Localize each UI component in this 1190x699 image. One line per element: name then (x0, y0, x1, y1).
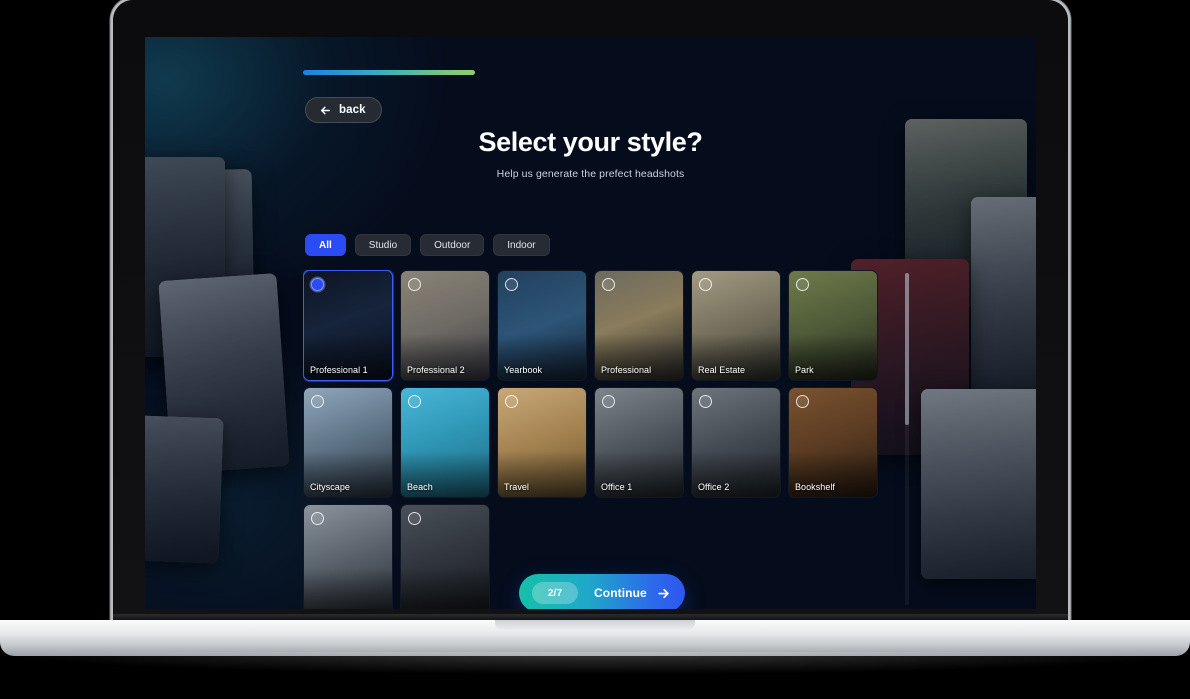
style-card-radio[interactable] (602, 395, 615, 408)
style-card[interactable]: Real Estate (691, 270, 781, 381)
style-card[interactable]: Professional (594, 270, 684, 381)
style-card-radio[interactable] (408, 278, 421, 291)
arrow-left-icon (321, 106, 330, 114)
style-card[interactable]: Cityscape (303, 387, 393, 498)
style-card-radio[interactable] (311, 395, 324, 408)
style-grid-scrollbar-track[interactable] (905, 273, 909, 605)
back-button[interactable]: back (305, 97, 382, 123)
style-card[interactable]: Professional 2 (400, 270, 490, 381)
style-card-label: Park (795, 365, 814, 375)
style-card-label: Cityscape (310, 482, 350, 492)
style-card-label: Beach (407, 482, 433, 492)
collage-photo-left-3 (158, 273, 290, 474)
style-card-radio[interactable] (699, 278, 712, 291)
page-subtitle: Help us generate the prefect headshots (496, 168, 685, 180)
laptop-base-notch (495, 620, 695, 631)
style-grid-viewport: Professional 1 Professional 2 Yearbook Prof… (303, 270, 899, 609)
laptop-screen: back Select your style? Help us generate… (145, 37, 1036, 609)
style-card-radio[interactable] (505, 395, 518, 408)
style-card[interactable]: Yearbook (497, 270, 587, 381)
style-card[interactable] (400, 504, 490, 609)
style-card-radio[interactable] (699, 395, 712, 408)
style-card[interactable]: Office 2 (691, 387, 781, 498)
style-card-label: Professional 1 (310, 365, 368, 375)
style-card-radio[interactable] (408, 395, 421, 408)
filter-chip-outdoor[interactable]: Outdoor (420, 234, 485, 256)
style-card-label: Travel (504, 482, 529, 492)
style-card-label: Professional 2 (407, 365, 465, 375)
style-card-grid: Professional 1 Professional 2 Yearbook Prof… (303, 270, 899, 609)
filter-chip-all[interactable]: All (305, 234, 346, 256)
style-card-radio[interactable] (796, 395, 809, 408)
style-card-radio[interactable] (311, 278, 324, 291)
laptop-lid: back Select your style? Help us generate… (113, 0, 1068, 625)
style-card-radio[interactable] (796, 278, 809, 291)
style-card-label: Bookshelf (795, 482, 835, 492)
continue-button[interactable]: 2/7 Continue (519, 574, 685, 609)
style-card-label: Office 2 (698, 482, 730, 492)
collage-photo-right-2 (971, 197, 1036, 397)
collage-photo-left-2 (145, 157, 225, 357)
collage-photo-right-4 (921, 389, 1036, 579)
progress-bar-fill (303, 70, 475, 75)
style-card[interactable]: Park (788, 270, 878, 381)
progress-bar-track (303, 70, 475, 75)
style-grid-scrollbar-thumb[interactable] (905, 273, 909, 425)
app-viewport: back Select your style? Help us generate… (145, 37, 1036, 609)
laptop-base-shadow (0, 652, 1190, 674)
arrow-right-icon (658, 588, 669, 598)
style-card[interactable]: Professional 1 (303, 270, 393, 381)
filter-chip-indoor[interactable]: Indoor (493, 234, 550, 256)
collage-photo-left-4 (145, 415, 224, 564)
back-button-label: back (339, 104, 366, 116)
style-card-label: Real Estate (698, 365, 746, 375)
style-card-gradient-overlay (304, 568, 392, 609)
continue-button-label: Continue (594, 586, 647, 600)
screenshot-stage: back Select your style? Help us generate… (0, 0, 1190, 699)
page-title: Select your style? (478, 127, 703, 157)
style-card[interactable] (303, 504, 393, 609)
filter-chip-studio[interactable]: Studio (354, 234, 412, 256)
style-card[interactable]: Travel (497, 387, 587, 498)
style-card-radio[interactable] (311, 512, 324, 525)
style-card[interactable]: Office 1 (594, 387, 684, 498)
style-filter-tabs: All Studio Outdoor Indoor (305, 234, 550, 256)
style-card-radio[interactable] (408, 512, 421, 525)
step-counter-badge: 2/7 (532, 582, 578, 604)
collage-photo-left-1 (147, 169, 255, 341)
style-card-gradient-overlay (401, 568, 489, 609)
style-card-label: Office 1 (601, 482, 633, 492)
style-card-label: Professional (601, 365, 652, 375)
style-card[interactable]: Bookshelf (788, 387, 878, 498)
style-card-radio[interactable] (505, 278, 518, 291)
style-card[interactable]: Beach (400, 387, 490, 498)
style-card-label: Yearbook (504, 365, 543, 375)
style-card-radio[interactable] (602, 278, 615, 291)
